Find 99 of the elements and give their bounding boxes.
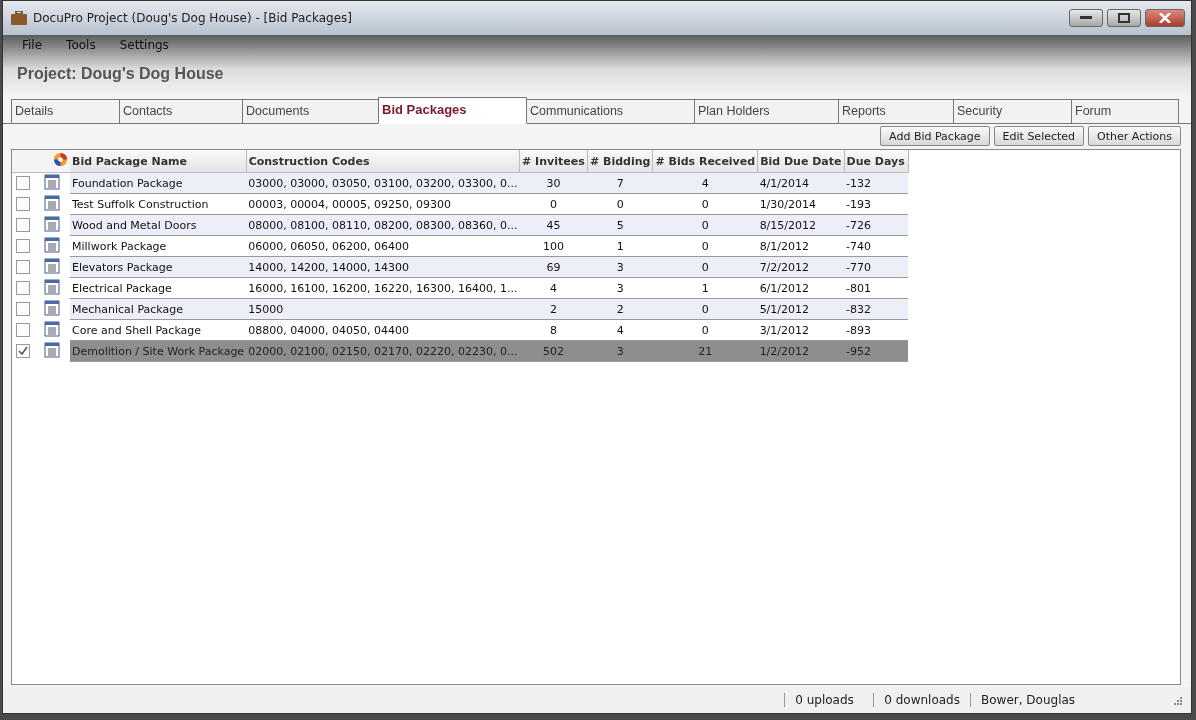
table-cell: -132 (844, 172, 908, 194)
table-cell: 16000, 16100, 16200, 16220, 16300, 16400, 1... (246, 277, 520, 299)
status-text: 0 uploads (784, 693, 874, 707)
briefcase-icon (11, 11, 27, 25)
status-text: 0 downloads (873, 693, 970, 707)
tab[interactable]: Forum (1071, 99, 1179, 123)
checkbox[interactable] (16, 197, 30, 211)
window-title: DocuPro Project (Doug's Dog House) - [Bid Packages] (33, 11, 353, 25)
table-cell: 15000 (246, 298, 520, 320)
table-cell: 0 (653, 319, 758, 341)
maximize-icon (1118, 13, 1130, 23)
table-row[interactable]: Electrical Package 16000, 16100, 16200, 16220, 16300, 16400, 1... 4 3 1 6/1/2012 -801 (12, 277, 908, 299)
table-cell: Millwork Package (70, 235, 247, 257)
document-icon[interactable] (44, 257, 60, 274)
table-row[interactable]: Test Suffolk Construction 00003, 00004, 00005, 09250, 09300 0 0 0 1/30/2014 -193 (12, 193, 908, 215)
table-cell: Core and Shell Package (70, 319, 247, 341)
minimize-button[interactable] (1069, 9, 1103, 27)
document-icon[interactable] (44, 194, 60, 211)
table-cell: -193 (844, 193, 908, 215)
table-row[interactable]: Mechanical Package 15000 2 2 0 5/1/2012 -832 (12, 298, 908, 320)
toolbar-button[interactable]: Other Actions (1088, 126, 1181, 146)
document-icon[interactable] (44, 299, 60, 316)
project-title: Project: Doug's Dog House (17, 65, 225, 83)
document-icon[interactable] (44, 215, 60, 232)
table-cell: 08800, 04000, 04050, 04400 (246, 319, 520, 341)
table-cell: 08000, 08100, 08110, 08200, 08300, 08360, 0... (246, 214, 520, 236)
table-cell: 0 (653, 235, 758, 257)
toolbar-button[interactable]: Add Bid Package (880, 126, 990, 146)
table-cell: 06000, 06050, 06200, 06400 (246, 235, 520, 257)
table-cell: 8/1/2012 (757, 235, 844, 257)
table-cell: Mechanical Package (70, 298, 247, 320)
tab[interactable]: Bid Packages (378, 97, 527, 124)
table-cell: 14000, 14200, 14000, 14300 (246, 256, 520, 278)
table-row[interactable]: Wood and Metal Doors 08000, 08100, 08110, 08200, 08300, 08360, 0... 45 5 0 8/15/2012 -726 (12, 214, 908, 236)
table-row[interactable]: Millwork Package 06000, 06050, 06200, 06400 100 1 0 8/1/2012 -740 (12, 235, 908, 257)
table-cell: -740 (844, 235, 908, 257)
menu-item[interactable]: Tools (61, 37, 101, 53)
table-cell: -770 (844, 256, 908, 278)
checkbox[interactable] (16, 176, 30, 191)
checkbox[interactable] (16, 281, 30, 295)
checkbox[interactable] (16, 344, 30, 358)
table-cell: 0 (653, 193, 758, 215)
table-cell: -832 (844, 298, 908, 320)
table-cell: -952 (844, 340, 908, 362)
column-header[interactable]: # Invitees (519, 150, 588, 173)
table-cell: 3/1/2012 (757, 319, 844, 341)
close-icon (1159, 13, 1171, 23)
checkbox[interactable] (16, 218, 30, 232)
table-row[interactable]: Elevators Package 14000, 14200, 14000, 14300 69 3 0 7/2/2012 -770 (12, 256, 908, 278)
column-header[interactable]: Bid Due Date (757, 150, 844, 173)
table-cell: -893 (844, 319, 908, 341)
checkbox[interactable] (16, 302, 30, 316)
table-row[interactable]: Demolition / Site Work Package 02000, 02100, 02150, 02170, 02220, 02230, 0... 502 3 21 1/2/2012 -952 (12, 340, 908, 362)
table-cell: Test Suffolk Construction (70, 193, 247, 215)
status-text: Bower, Douglas (970, 693, 1171, 707)
tab[interactable]: Details (11, 99, 120, 123)
document-icon[interactable] (44, 341, 60, 358)
menu-item[interactable]: File (17, 37, 48, 53)
resize-grip-icon[interactable] (1171, 694, 1183, 706)
column-header[interactable]: # Bids Received (653, 150, 758, 173)
table-cell: 3 (587, 277, 653, 299)
checkbox[interactable] (16, 260, 30, 274)
close-button[interactable] (1145, 9, 1185, 27)
table-cell: 1 (587, 235, 653, 257)
table-cell: 02000, 02100, 02150, 02170, 02220, 02230, 0... (246, 340, 520, 362)
table-cell: 6/1/2012 (757, 277, 844, 299)
column-header[interactable]: # Bidding (587, 150, 653, 173)
table-cell: 1 (653, 277, 758, 299)
document-icon[interactable] (44, 278, 60, 295)
table-cell: 0 (587, 193, 653, 215)
table-cell: Wood and Metal Doors (70, 214, 247, 236)
table-cell: 8 (519, 319, 588, 341)
table-row[interactable]: Core and Shell Package 08800, 04000, 04050, 04400 8 4 0 3/1/2012 -893 (12, 319, 908, 341)
column-header[interactable]: Due Days (844, 150, 908, 173)
table-row[interactable]: Foundation Package 03000, 03000, 03050, 03100, 03200, 03300, 0... 30 7 4 4/1/2014 -132 (12, 172, 908, 194)
table-cell: -801 (844, 277, 908, 299)
document-icon[interactable] (44, 236, 60, 253)
column-header[interactable]: Bid Package Name (70, 150, 247, 173)
minimize-icon (1080, 16, 1092, 20)
checkbox[interactable] (16, 239, 30, 253)
table-cell: 1/30/2014 (757, 193, 844, 215)
table-cell: 0 (519, 193, 588, 215)
table-cell: 03000, 03000, 03050, 03100, 03200, 03300, 0... (246, 172, 520, 194)
table-cell: -726 (844, 214, 908, 236)
table-cell: Elevators Package (70, 256, 247, 278)
toolbar-button[interactable]: Edit Selected (993, 126, 1085, 146)
column-header[interactable]: Construction Codes (246, 150, 520, 173)
maximize-button[interactable] (1107, 9, 1141, 27)
menu-item[interactable]: Settings (114, 37, 174, 53)
document-icon[interactable] (44, 173, 60, 190)
table-cell: 100 (519, 235, 588, 257)
table-cell: 4 (587, 319, 653, 341)
table-cell: 4 (519, 277, 588, 299)
table-cell: 00003, 00004, 00005, 09250, 09300 (246, 193, 520, 215)
document-icon[interactable] (44, 320, 60, 337)
table-cell: Electrical Package (70, 277, 247, 299)
table-cell: Foundation Package (70, 172, 247, 194)
checkbox[interactable] (16, 323, 30, 337)
table-cell: Demolition / Site Work Package (70, 340, 247, 362)
